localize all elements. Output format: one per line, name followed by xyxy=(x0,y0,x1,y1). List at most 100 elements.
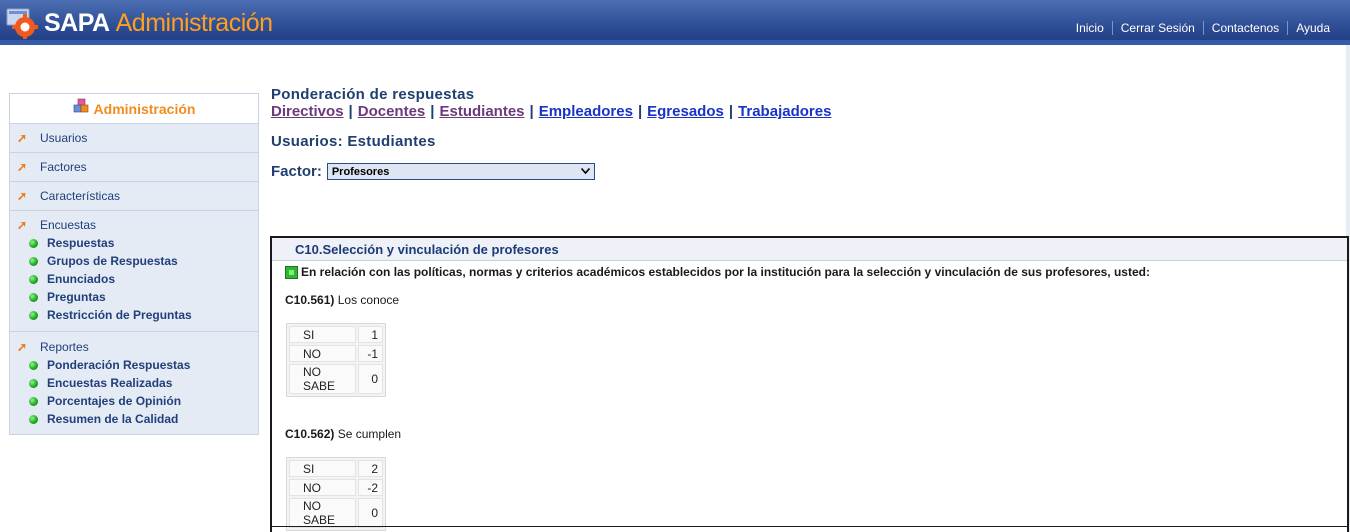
intro-text: En relación con las políticas, normas y … xyxy=(301,265,1150,279)
answer-option: SI xyxy=(289,460,356,477)
green-checkbox-icon xyxy=(285,265,298,279)
nav-cerrar-sesion-link[interactable]: Cerrar Sesión xyxy=(1111,21,1203,35)
sidebar-item-usuarios[interactable]: ➚ Usuarios xyxy=(10,124,258,152)
admin-cubes-icon xyxy=(73,98,90,119)
sidebar-menu: Administración ➚ Usuarios ➚ Factores ➚ C… xyxy=(9,93,259,435)
factor-selected-value: Profesores xyxy=(331,165,390,178)
sapa-gear-icon xyxy=(6,7,38,39)
link-trabajadores[interactable]: Trabajadores xyxy=(738,103,831,120)
answer-option: NO SABE xyxy=(289,498,356,528)
orange-arrow-icon: ➚ xyxy=(16,340,28,354)
panel-intro: En relación con las políticas, normas y … xyxy=(272,265,1347,279)
nav-inicio-link[interactable]: Inicio xyxy=(1068,21,1112,35)
sidebar-title: Administración xyxy=(93,100,196,117)
sidebar-subitem-encuestas-realizadas[interactable]: Encuestas Realizadas xyxy=(10,374,258,392)
link-egresados[interactable]: Egresados xyxy=(647,103,724,120)
answer-option: NO xyxy=(289,479,356,496)
app-header: SAPA Administración Inicio Cerrar Sesión … xyxy=(0,0,1350,45)
green-bullet-icon xyxy=(29,292,38,302)
orange-arrow-icon: ➚ xyxy=(16,189,28,203)
sidebar-section-encuestas: ➚ Encuestas Respuestas Grupos de Respues… xyxy=(10,211,258,332)
top-navigation: Inicio Cerrar Sesión Contactenos Ayuda xyxy=(1068,21,1338,35)
user-type-links: Directivos | Docentes | Estudiantes | Empleado… xyxy=(271,103,1346,120)
green-bullet-icon xyxy=(29,310,38,320)
answers-table: SI 1 NO -1 NO SABE 0 xyxy=(286,323,386,397)
link-separator: | xyxy=(430,103,435,120)
table-row: NO SABE 0 xyxy=(289,498,383,528)
question-code: C10.562) xyxy=(285,427,335,441)
sidebar-item-label: Reportes xyxy=(40,340,89,354)
table-row: NO -2 xyxy=(289,479,383,496)
green-bullet-icon xyxy=(29,378,38,388)
sidebar-subitem-restriccion-preguntas[interactable]: Restricción de Preguntas xyxy=(10,306,258,324)
sidebar-subitem-label: Restricción de Preguntas xyxy=(47,308,192,322)
sidebar-item-label: Usuarios xyxy=(40,131,88,145)
link-docentes[interactable]: Docentes xyxy=(358,103,426,120)
sidebar-item-label: Factores xyxy=(40,160,87,174)
header-stripe xyxy=(0,40,1350,45)
sidebar-item-label: Características xyxy=(40,189,121,203)
orange-arrow-icon: ➚ xyxy=(16,218,28,232)
sidebar-item-factores[interactable]: ➚ Factores xyxy=(10,153,258,181)
answer-option: NO xyxy=(289,345,356,362)
link-separator: | xyxy=(728,103,734,120)
green-bullet-icon xyxy=(29,238,38,248)
link-separator: | xyxy=(529,103,534,120)
sidebar-header: Administración xyxy=(10,94,258,124)
app-title: SAPA xyxy=(44,9,110,37)
factor-select[interactable]: Profesores xyxy=(326,163,595,180)
sidebar-subitem-respuestas[interactable]: Respuestas xyxy=(10,234,258,252)
sidebar-subitem-label: Resumen de la Calidad xyxy=(47,412,179,426)
question-text: Se cumplen xyxy=(337,427,402,441)
sidebar-subitem-label: Porcentajes de Opinión xyxy=(47,394,182,408)
factor-row: Factor: Profesores xyxy=(271,163,1346,180)
sidebar-section-caracteristicas: ➚ Características xyxy=(10,182,258,211)
answers-table: SI 2 NO -2 NO SABE 0 xyxy=(286,457,386,531)
sidebar-subitem-enunciados[interactable]: Enunciados xyxy=(10,270,258,288)
green-bullet-icon xyxy=(29,256,38,266)
link-estudiantes[interactable]: Estudiantes xyxy=(439,103,524,120)
sidebar-section-usuarios: ➚ Usuarios xyxy=(10,124,258,153)
answer-option: NO SABE xyxy=(289,364,356,394)
sidebar-subitem-porcentajes-opinion[interactable]: Porcentajes de Opinión xyxy=(10,392,258,410)
question-text: Los conoce xyxy=(337,293,400,307)
answer-option: SI xyxy=(289,326,356,343)
table-row: SI 1 xyxy=(289,326,383,343)
panel-heading: C10.Selección y vinculación de profesore… xyxy=(272,238,1347,261)
selected-user-type: Usuarios: Estudiantes xyxy=(271,133,436,150)
sidebar-section-reportes: ➚ Reportes Ponderación Respuestas Encues… xyxy=(10,332,258,428)
answer-value: 0 xyxy=(358,498,383,528)
orange-arrow-icon: ➚ xyxy=(16,160,28,174)
sidebar-section-factores: ➚ Factores xyxy=(10,153,258,182)
green-bullet-icon xyxy=(29,414,38,424)
answer-value: -1 xyxy=(358,345,383,362)
sidebar-subitem-ponderacion-respuestas[interactable]: Ponderación Respuestas xyxy=(10,356,258,374)
nav-ayuda-link[interactable]: Ayuda xyxy=(1287,21,1338,35)
link-separator: | xyxy=(348,103,353,120)
answer-value: 1 xyxy=(358,326,383,343)
table-row: SI 2 xyxy=(289,460,383,477)
table-row: NO SABE 0 xyxy=(289,364,383,394)
answer-value: 0 xyxy=(358,364,383,394)
main-content: Ponderación de respuestas Directivos | Doc… xyxy=(271,84,1346,180)
sidebar-subitem-label: Respuestas xyxy=(47,236,115,250)
link-empleadores[interactable]: Empleadores xyxy=(539,103,633,120)
table-row: NO -1 xyxy=(289,345,383,362)
sidebar-subitem-preguntas[interactable]: Preguntas xyxy=(10,288,258,306)
green-bullet-icon xyxy=(29,396,38,406)
sidebar-subitem-label: Encuestas Realizadas xyxy=(47,376,173,390)
sidebar-subitem-label: Preguntas xyxy=(47,290,106,304)
sidebar-item-caracteristicas[interactable]: ➚ Características xyxy=(10,182,258,210)
sidebar-subitem-grupos-respuestas[interactable]: Grupos de Respuestas xyxy=(10,252,258,270)
app-subtitle: Administración xyxy=(115,9,273,37)
chevron-down-icon xyxy=(580,166,590,177)
link-directivos[interactable]: Directivos xyxy=(271,103,344,120)
question-code: C10.561) xyxy=(285,293,335,307)
criteria-panel: C10.Selección y vinculación de profesore… xyxy=(270,236,1349,532)
nav-contactenos-link[interactable]: Contactenos xyxy=(1202,21,1287,35)
app-logo[interactable]: SAPA Administración xyxy=(6,6,273,40)
sidebar-subitem-label: Ponderación Respuestas xyxy=(47,358,191,372)
sidebar-subitem-resumen-calidad[interactable]: Resumen de la Calidad xyxy=(10,410,258,428)
question-label: C10.562) Se cumplen xyxy=(272,427,1347,441)
sidebar-subitem-label: Enunciados xyxy=(47,272,116,286)
